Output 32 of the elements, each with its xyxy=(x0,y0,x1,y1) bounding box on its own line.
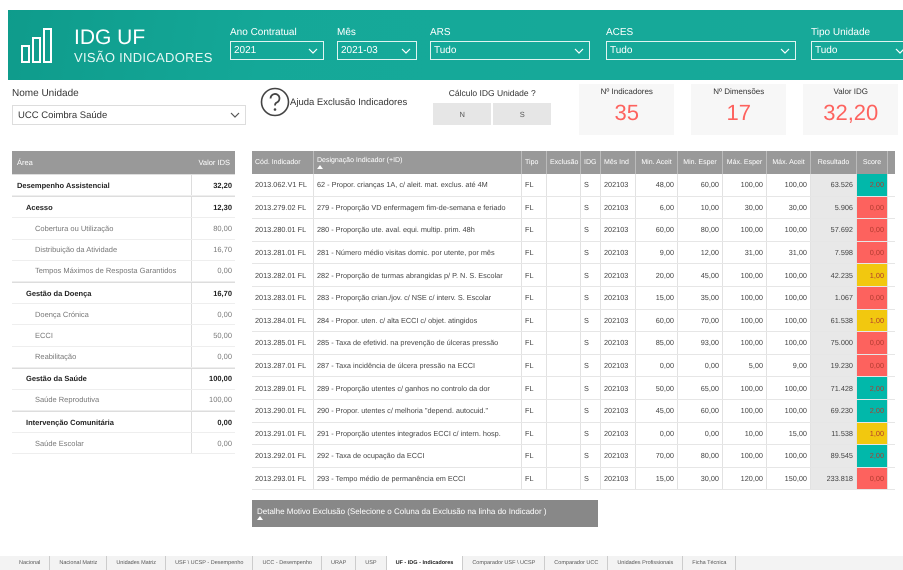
filter-label: ACES xyxy=(606,27,634,38)
chevron-down-icon xyxy=(574,48,584,54)
filter-label: ARS xyxy=(430,27,452,38)
unit-dropdown[interactable]: UCC Coimbra Saúde xyxy=(12,105,246,125)
report-subtitle: VISÃO INDICADORES xyxy=(74,50,213,64)
chevron-down-icon xyxy=(230,112,240,118)
filter-dropdown[interactable]: Tudo xyxy=(811,41,903,60)
kpi-label: Valor IDG xyxy=(833,87,868,96)
kpi-value: 32,20 xyxy=(823,100,878,126)
filter-dropdown[interactable]: 2021 xyxy=(230,41,324,60)
filter-dropdown[interactable]: Tudo xyxy=(430,41,590,60)
detail-header: Detalhe Motivo Exclusão (Selecione o Coluna da Exclusão na linha do Indicador ) xyxy=(252,500,598,528)
sort-icon xyxy=(317,164,323,168)
filter-label: Mês xyxy=(337,27,357,38)
chevron-down-icon xyxy=(780,48,790,54)
chevron-down-icon xyxy=(895,48,903,54)
calc-label: Cálculo IDG Unidade ? xyxy=(448,88,536,98)
report-title: IDG UF xyxy=(74,26,146,50)
chevron-down-icon xyxy=(308,48,318,54)
filter-label: Ano Contratual xyxy=(230,27,298,38)
filter-dropdown[interactable]: 2021-03 xyxy=(337,41,417,60)
kpi-value: 17 xyxy=(726,100,751,126)
kpi-label: Nº Dimensões xyxy=(713,87,764,96)
kpi-value: 35 xyxy=(614,100,639,126)
filter-dropdown[interactable]: Tudo xyxy=(606,41,796,60)
chevron-down-icon xyxy=(401,48,411,54)
kpi-label: Nº Indicadores xyxy=(600,87,653,96)
help-icon[interactable] xyxy=(260,87,290,117)
sort-icon xyxy=(257,516,263,520)
unit-label: Nome Unidade xyxy=(12,88,80,99)
help-label: Ajuda Exclusão Indicadores xyxy=(290,96,408,108)
filter-label: Tipo Unidade xyxy=(811,27,872,38)
